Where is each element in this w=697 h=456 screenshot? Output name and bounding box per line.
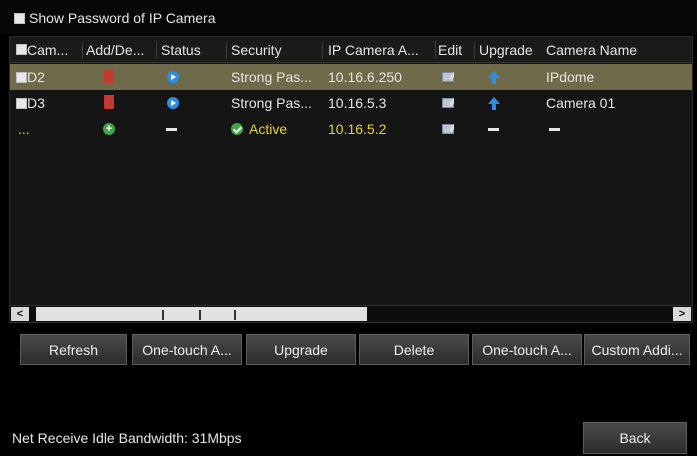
camera-cell: ...: [18, 121, 30, 137]
security-cell: Strong Pas...: [231, 69, 312, 85]
ip-camera-table: Cam... Add/De... Status Security IP Came…: [9, 36, 693, 308]
header-camera[interactable]: Cam...: [16, 37, 78, 62]
table-header: Cam... Add/De... Status Security IP Came…: [10, 37, 692, 63]
security-cell: Active: [231, 116, 323, 142]
edit-icon-cell[interactable]: [442, 90, 454, 116]
one-touch-adding-button[interactable]: One-touch A...: [132, 334, 242, 365]
ip-cell: 10.16.5.2: [328, 121, 387, 137]
upgrade-icon-cell[interactable]: [488, 90, 500, 116]
upgrade-icon-cell[interactable]: [488, 64, 500, 90]
show-password-checkbox-row[interactable]: Show Password of IP Camera: [14, 10, 216, 26]
upgrade-arrow-icon[interactable]: [488, 96, 500, 110]
edit-icon[interactable]: [442, 72, 454, 82]
header-upgrade[interactable]: Upgrade: [479, 37, 545, 62]
scroll-right-button[interactable]: >: [673, 307, 691, 321]
edit-icon-cell[interactable]: [442, 116, 454, 142]
table-row[interactable]: D3 Strong Pas... 10.16.5.3 Camera 01: [10, 90, 692, 116]
horizontal-scrollbar[interactable]: < >: [9, 305, 693, 323]
camera-cell: D2: [16, 64, 78, 90]
security-cell: Strong Pas...: [231, 95, 312, 111]
play-icon[interactable]: [167, 71, 179, 83]
row-checkbox[interactable]: [16, 71, 27, 83]
ip-cell: 10.16.6.250: [328, 69, 402, 85]
header-add-delete[interactable]: Add/De...: [86, 37, 156, 62]
header-camera-name[interactable]: Camera Name: [546, 37, 686, 62]
scroll-left-button[interactable]: <: [11, 307, 29, 321]
play-icon[interactable]: [167, 97, 179, 109]
camera-name-cell: Camera 01: [546, 95, 616, 111]
back-button[interactable]: Back: [583, 422, 687, 454]
refresh-button[interactable]: Refresh: [20, 334, 127, 365]
custom-adding-button[interactable]: Custom Addi...: [584, 334, 690, 365]
header-status[interactable]: Status: [161, 37, 227, 62]
add-icon-cell[interactable]: +: [103, 116, 115, 142]
status-cell: [166, 116, 177, 142]
delete-button[interactable]: Delete: [359, 334, 469, 365]
upgrade-cell: [488, 116, 499, 142]
camera-name-cell: [549, 116, 560, 142]
row-checkbox[interactable]: [16, 97, 27, 109]
edit-icon[interactable]: [442, 98, 454, 108]
ip-cell: 10.16.5.3: [328, 95, 387, 111]
active-check-icon: [231, 123, 243, 135]
delete-icon-cell[interactable]: [104, 64, 114, 90]
camera-cell: D3: [16, 90, 78, 116]
delete-icon[interactable]: [104, 69, 114, 83]
upgrade-arrow-icon[interactable]: [488, 70, 500, 84]
table-row[interactable]: ... + Active 10.16.5.2: [10, 116, 692, 142]
one-touch-activation-button[interactable]: One-touch A...: [472, 334, 582, 365]
table-row[interactable]: D2 Strong Pas... 10.16.6.250 IPdome: [10, 64, 692, 90]
header-ip-address[interactable]: IP Camera A...: [328, 37, 434, 62]
dash-icon: [549, 127, 560, 131]
header-security[interactable]: Security: [231, 37, 323, 62]
edit-icon[interactable]: [442, 124, 454, 134]
camera-name-cell: IPdome: [546, 69, 595, 85]
header-edit[interactable]: Edit: [438, 37, 476, 62]
upgrade-button[interactable]: Upgrade: [246, 334, 356, 365]
status-cell: [167, 64, 179, 90]
bandwidth-label: Net Receive Idle Bandwidth: 31Mbps: [12, 430, 242, 446]
action-button-row: Refresh One-touch A... Upgrade Delete On…: [20, 334, 692, 365]
status-cell: [167, 90, 179, 116]
delete-icon-cell[interactable]: [104, 90, 114, 116]
delete-icon[interactable]: [104, 95, 114, 109]
select-all-checkbox[interactable]: [16, 44, 27, 55]
dash-icon: [488, 127, 499, 131]
add-icon[interactable]: +: [103, 123, 115, 135]
show-password-label: Show Password of IP Camera: [29, 10, 216, 26]
scroll-thumb[interactable]: [36, 307, 367, 321]
show-password-checkbox[interactable]: [14, 12, 25, 24]
edit-icon-cell[interactable]: [442, 64, 454, 90]
dash-icon: [166, 127, 177, 131]
